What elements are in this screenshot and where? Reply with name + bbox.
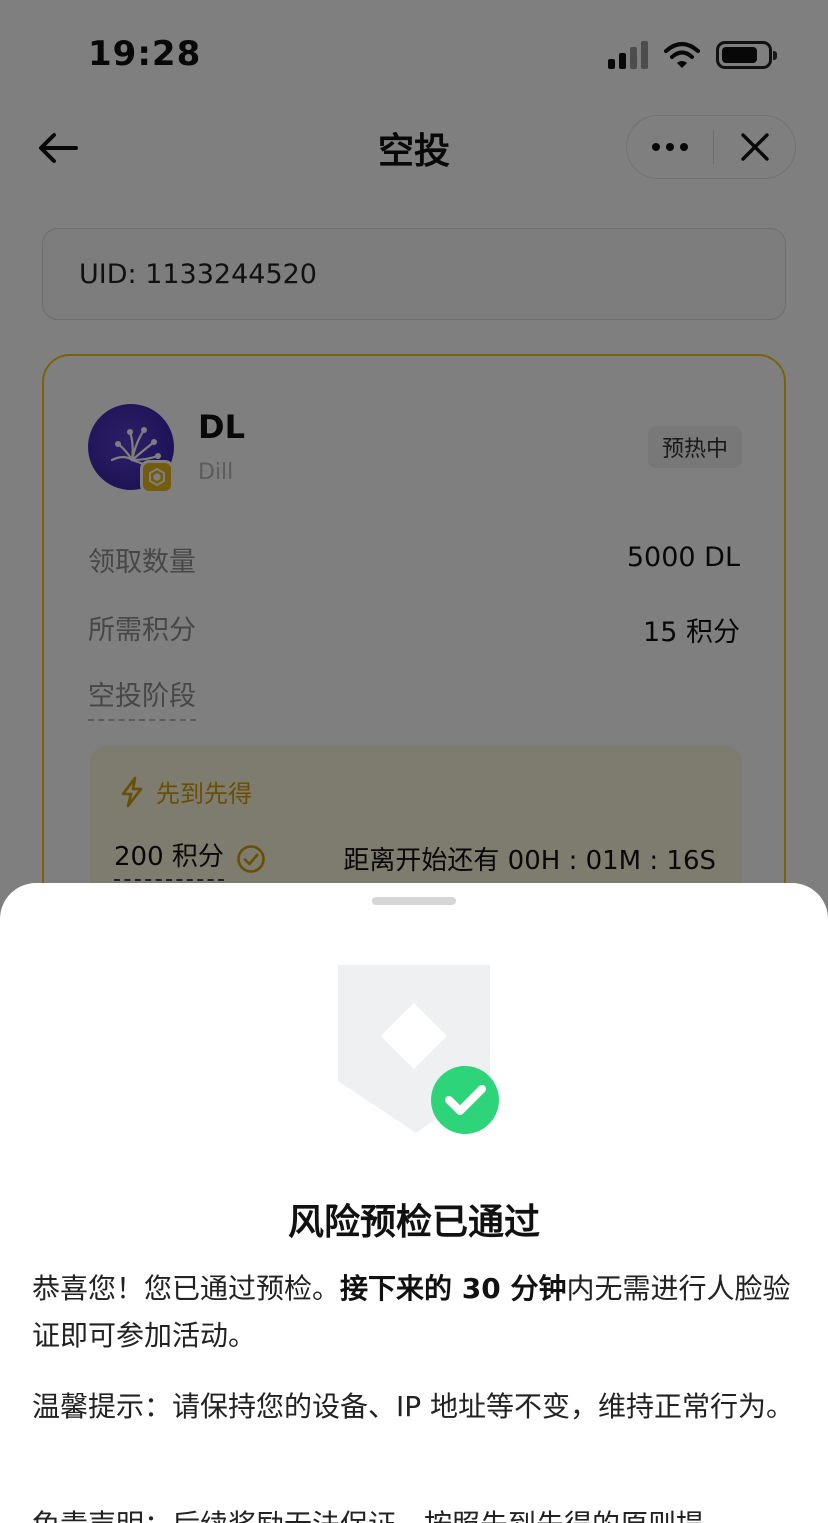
tip-message: 温馨提示：请保持您的设备、IP 地址等不变，维持正常行为。 xyxy=(32,1390,795,1423)
app-root: 19:28 空投 xyxy=(0,0,828,1523)
disclaimer-message: 免责声明：后续奖励无法保证，按照先到先得的原则提 xyxy=(32,1501,800,1523)
sheet-title: 风险预检已通过 xyxy=(287,1202,540,1243)
success-message-highlight: 接下来的 30 分钟 xyxy=(340,1272,567,1305)
sheet-grabber[interactable] xyxy=(372,897,456,905)
risk-check-sheet: 风险预检已通过 恭喜您！您已通过预检。接下来的 30 分钟内无需进行人脸验证即可… xyxy=(0,883,828,1523)
success-message-intro: 恭喜您！您已通过预检。 xyxy=(32,1272,341,1305)
success-message: 恭喜您！您已通过预检。接下来的 30 分钟内无需进行人脸验证即可参加活动。 xyxy=(32,1265,800,1359)
shield-check-icon xyxy=(338,965,499,1134)
